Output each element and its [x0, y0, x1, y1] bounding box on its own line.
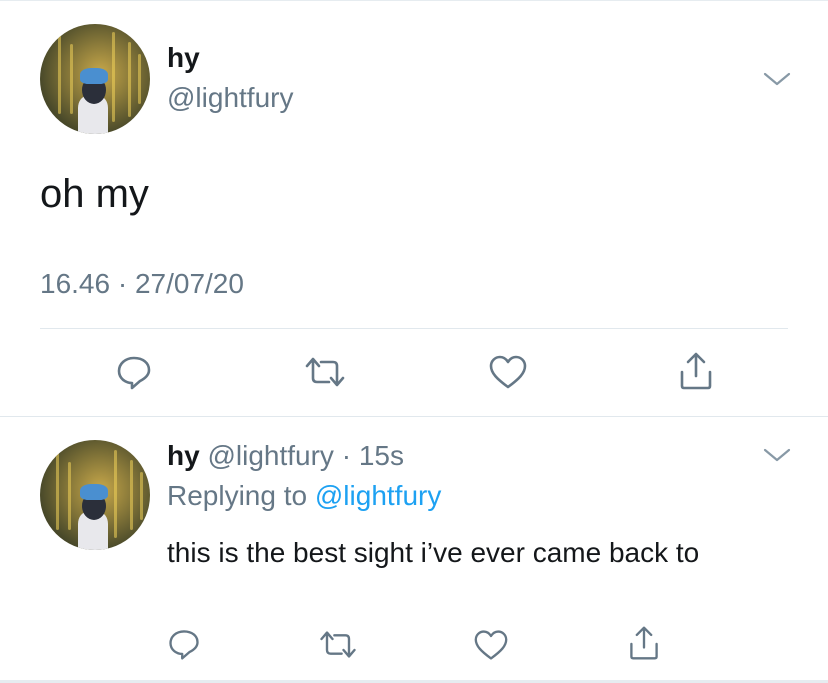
share-icon[interactable]	[676, 350, 716, 392]
divider	[40, 328, 788, 329]
reply-header: hy @lightfury · 15s	[167, 440, 404, 472]
reply-chevron-down-icon[interactable]	[762, 446, 792, 464]
tweet-text: oh my	[40, 172, 149, 216]
like-icon[interactable]	[487, 353, 529, 391]
reply-icon[interactable]	[114, 352, 154, 392]
reply-avatar[interactable]	[40, 440, 150, 550]
section-divider	[0, 416, 828, 417]
main-tweet: hy @lightfury oh my 16.46 · 27/07/20	[0, 0, 828, 416]
reply-handle[interactable]: @lightfury	[207, 440, 333, 471]
display-name[interactable]: hy	[167, 42, 200, 74]
reply-time: · 15s	[341, 440, 404, 471]
tweet-timestamp[interactable]: 16.46 · 27/07/20	[40, 268, 244, 300]
reply-action-like-icon[interactable]	[472, 628, 510, 662]
reply-action-reply-icon[interactable]	[166, 626, 202, 662]
avatar[interactable]	[40, 24, 150, 134]
reply-text: this is the best sight i’ve ever came ba…	[167, 537, 700, 568]
reply-display-name[interactable]: hy	[167, 440, 200, 471]
handle[interactable]: @lightfury	[167, 82, 293, 114]
reply-action-retweet-icon[interactable]	[316, 628, 360, 661]
retweet-icon[interactable]	[301, 354, 349, 390]
reply-action-share-icon[interactable]	[626, 624, 662, 662]
replying-to: Replying to @lightfury	[167, 480, 441, 512]
chevron-down-icon[interactable]	[762, 70, 792, 88]
replying-to-mention[interactable]: @lightfury	[315, 480, 441, 511]
replying-to-label: Replying to	[167, 480, 308, 511]
